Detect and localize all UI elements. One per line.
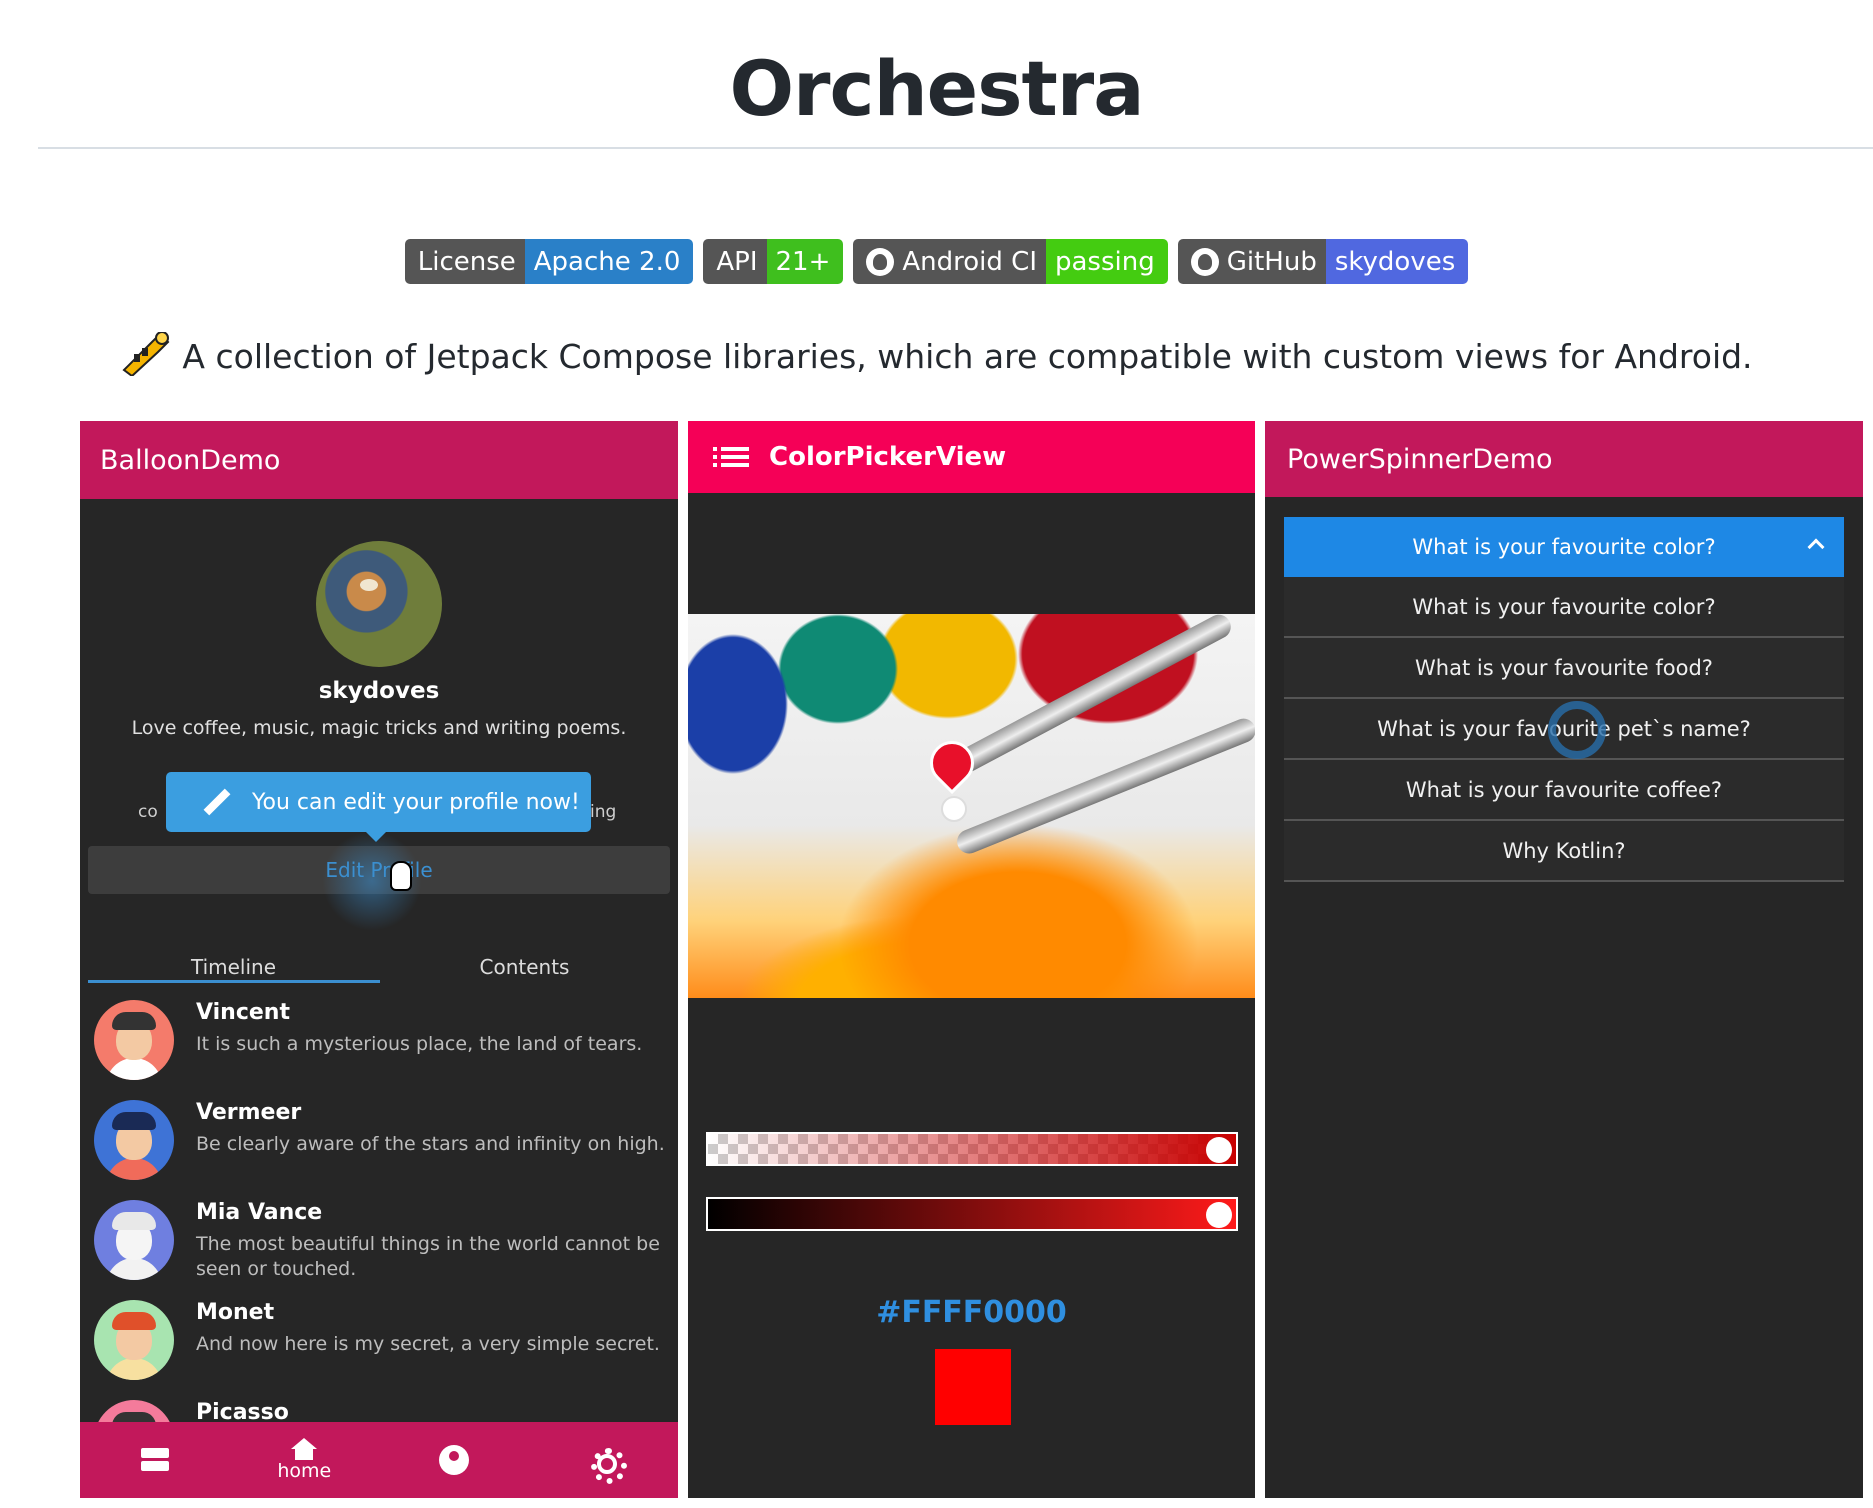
alpha-slider[interactable] [706,1132,1238,1166]
badge-value: Apache 2.0 [524,239,694,284]
profile-bio: Love coffee, music, magic tricks and wri… [131,717,627,739]
tab-bar: Timeline Contents [88,937,670,997]
timeline-text: It is such a mysterious place, the land … [196,1033,643,1055]
tab-contents[interactable]: Contents [379,937,670,997]
api-badge[interactable]: API 21+ [703,239,844,284]
profile-avatar [316,541,442,667]
hand-cursor-icon [390,861,412,891]
brightness-slider-thumb[interactable] [1206,1202,1232,1228]
pencil-icon [200,785,234,819]
spinner-option[interactable]: What is your favourite coffee? [1284,760,1844,821]
bottom-navigation: home [80,1422,678,1498]
home-icon [291,1438,318,1460]
nav-label-home: home [277,1460,332,1482]
github-badge[interactable]: GitHub skydoves [1177,239,1469,284]
color-swatch [935,1349,1011,1425]
page-title: Orchestra [729,44,1144,133]
touch-ripple [1548,701,1606,759]
badge-label: Android CI [902,246,1037,277]
app-bar: PowerSpinnerDemo [1265,421,1863,497]
nav-item-server[interactable] [80,1422,230,1498]
spinner-option[interactable]: What is your favourite food? [1284,638,1844,699]
timeline-name: Vincent [196,1000,290,1025]
app-bar: BalloonDemo [80,421,678,499]
nav-item-home[interactable]: home [230,1422,380,1498]
color-picker-screen: ColorPickerView #FFFF0000 [688,421,1255,1498]
obscured-left-text: co [138,802,158,822]
badge-label: License [404,239,525,284]
profile-username: skydoves [318,678,440,704]
obscured-right-text: ing [590,802,617,822]
github-icon [1190,247,1219,276]
android-ci-badge[interactable]: Android CI passing [853,239,1168,284]
timeline-name: Vermeer [196,1100,302,1125]
badge-value: passing [1046,239,1168,284]
trumpet-icon [122,332,170,376]
github-icon [866,247,895,276]
brightness-slider[interactable] [706,1197,1238,1231]
timeline-name: Mia Vance [196,1200,323,1225]
power-spinner-screen: PowerSpinnerDemo What is your favourite … [1265,421,1863,1498]
balloon-demo-screen: BalloonDemo skydoves Love coffee, music,… [80,421,678,1498]
timeline-text: Be clearly aware of the stars and infini… [196,1133,665,1155]
balloon-text: You can edit your profile now! [252,789,580,815]
app-bar: ColorPickerView [688,421,1255,493]
chevron-up-icon [1807,538,1825,556]
tagline-text: A collection of Jetpack Compose librarie… [182,337,1753,376]
tab-indicator [88,980,380,983]
badge-row: License Apache 2.0 API 21+ Android CI pa… [0,239,1873,284]
spinner-option[interactable]: Why Kotlin? [1284,821,1844,882]
tagline: A collection of Jetpack Compose librarie… [0,332,1873,376]
app-bar-title: BalloonDemo [100,444,281,476]
avatar [94,1100,174,1180]
selector-pin-icon[interactable] [920,731,984,795]
license-badge[interactable]: License Apache 2.0 [404,239,694,284]
account-icon [438,1445,469,1475]
menu-icon[interactable] [713,446,749,468]
tab-timeline[interactable]: Timeline [88,937,379,997]
timeline-name: Monet [196,1300,275,1325]
badge-value: skydoves [1325,239,1469,284]
badge-value: 21+ [766,239,844,284]
alpha-slider-thumb[interactable] [1206,1137,1232,1163]
settings-icon [588,1445,628,1484]
app-bar-title: PowerSpinnerDemo [1287,443,1553,475]
avatar [94,1300,174,1380]
avatar [94,1000,174,1080]
avatar [94,1200,174,1280]
timeline-text: And now here is my secret, a very simple… [196,1333,660,1355]
tooltip-balloon[interactable]: You can edit your profile now! [166,772,591,842]
nav-item-account[interactable] [379,1422,529,1498]
spinner-selected[interactable]: What is your favourite color? [1284,517,1844,577]
app-bar-title: ColorPickerView [769,442,1007,472]
title-divider [38,147,1873,149]
selector-point[interactable] [941,796,967,822]
timeline-text: The most beautiful things in the world c… [196,1233,660,1280]
badge-label: GitHub [1226,246,1317,277]
server-icon [140,1448,169,1472]
badge-label: API [703,239,767,284]
palette-image[interactable] [688,610,1255,998]
spinner-selected-text: What is your favourite color? [1412,535,1716,559]
hex-code: #FFFF0000 [876,1295,1067,1330]
nav-item-settings[interactable] [529,1422,679,1498]
spinner-option[interactable]: What is your favourite color? [1284,577,1844,638]
